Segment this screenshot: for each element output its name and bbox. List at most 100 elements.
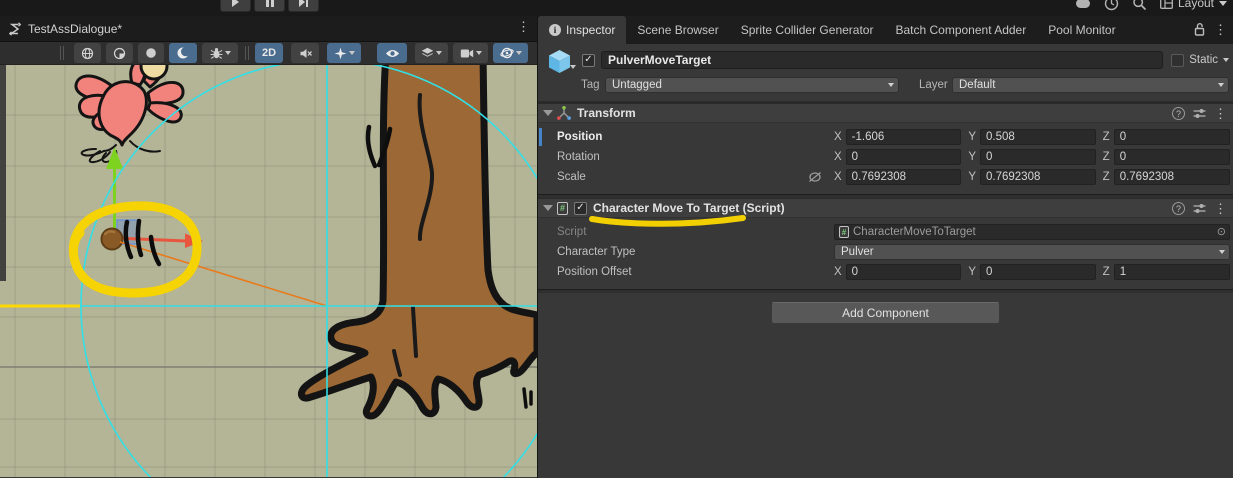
tab-sprite-collider-generator[interactable]: Sprite Collider Generator bbox=[730, 16, 885, 44]
cube-icon bbox=[546, 48, 573, 75]
pause-button[interactable] bbox=[254, 0, 285, 12]
layout-label: Layout bbox=[1178, 0, 1214, 10]
shading-wireframe-button[interactable] bbox=[74, 43, 101, 63]
offset-z-field[interactable]: 1 bbox=[1114, 264, 1230, 280]
offset-x-field[interactable]: 0 bbox=[846, 264, 962, 280]
scale-y-field[interactable]: 0.7692308 bbox=[980, 169, 1096, 185]
object-picker-icon[interactable]: ⊙ bbox=[1217, 225, 1226, 238]
shading-solid-button[interactable] bbox=[138, 43, 164, 63]
tag-value: Untagged bbox=[612, 79, 662, 91]
scale-z-field[interactable]: 0.7692308 bbox=[1114, 169, 1230, 185]
shading-crescent-button[interactable] bbox=[169, 43, 197, 63]
wireframe-sphere-icon bbox=[81, 47, 94, 60]
character-type-row: Character Type Pulver bbox=[538, 242, 1233, 262]
scale-x-field[interactable]: 0.7692308 bbox=[846, 169, 962, 185]
tab-scene-browser[interactable]: Scene Browser bbox=[626, 16, 729, 44]
rotation-z-field[interactable]: 0 bbox=[1114, 149, 1230, 165]
layout-dropdown[interactable]: Layout bbox=[1160, 0, 1227, 10]
gameobject-name-field[interactable]: PulverMoveTarget bbox=[601, 51, 1163, 69]
component-menu-icon[interactable]: ⋮ bbox=[1214, 202, 1227, 215]
effects-star-icon bbox=[334, 47, 347, 60]
rotation-label[interactable]: Rotation bbox=[557, 151, 834, 163]
static-group: Static bbox=[1171, 54, 1229, 67]
script-label: Script bbox=[557, 226, 834, 238]
foldout-icon[interactable] bbox=[543, 110, 553, 116]
scale-row: Scale X0.7692308 Y0.7692308 Z0.7692308 bbox=[538, 167, 1233, 187]
camera-button[interactable] bbox=[453, 43, 488, 63]
tag-dropdown[interactable]: Untagged bbox=[605, 77, 899, 93]
script-object-field[interactable]: # CharacterMoveToTarget ⊙ bbox=[834, 224, 1230, 240]
axis-x-label: X bbox=[834, 151, 842, 163]
script-row: Script # CharacterMoveToTarget ⊙ bbox=[538, 222, 1233, 242]
debug-bug-button[interactable] bbox=[202, 43, 238, 63]
scene-tab-title[interactable]: TestAssDialogue* bbox=[28, 22, 122, 36]
rotation-x-field[interactable]: 0 bbox=[846, 149, 962, 165]
scale-label[interactable]: Scale bbox=[557, 171, 834, 183]
script-object-name: CharacterMoveToTarget bbox=[853, 226, 976, 238]
gameobject-icon-group[interactable] bbox=[546, 48, 582, 78]
clock-icon[interactable] bbox=[1104, 0, 1119, 11]
axis-z-label: Z bbox=[1103, 151, 1110, 163]
transform-icon bbox=[557, 106, 571, 120]
inspector-menu-icon[interactable]: ⋮ bbox=[1214, 23, 1227, 36]
chevron-down-icon bbox=[476, 51, 482, 55]
tab-batch-component-adder[interactable]: Batch Component Adder bbox=[884, 16, 1037, 44]
layer-dropdown[interactable]: Default bbox=[952, 77, 1229, 93]
position-z-field[interactable]: 0 bbox=[1114, 129, 1230, 145]
search-icon[interactable] bbox=[1132, 0, 1147, 11]
position-offset-label[interactable]: Position Offset bbox=[557, 266, 834, 278]
static-checkbox[interactable] bbox=[1171, 54, 1184, 67]
effects-button[interactable] bbox=[327, 43, 361, 63]
csharp-script-icon: # bbox=[557, 202, 568, 215]
script-component-header[interactable]: # ✓ Character Move To Target (Script) ? … bbox=[538, 198, 1233, 218]
tab-inspector[interactable]: i Inspector bbox=[538, 16, 626, 44]
eye-icon bbox=[385, 48, 400, 59]
help-icon[interactable]: ? bbox=[1172, 202, 1185, 215]
component-enabled-checkbox[interactable]: ✓ bbox=[574, 202, 587, 215]
solid-sphere-icon bbox=[145, 47, 157, 59]
tab-label: Batch Component Adder bbox=[895, 23, 1026, 37]
play-button[interactable] bbox=[220, 0, 251, 12]
lock-icon[interactable] bbox=[1194, 22, 1205, 36]
pane-edge-shadow bbox=[0, 65, 6, 281]
2d-mode-button[interactable]: 2D bbox=[255, 43, 283, 63]
step-button[interactable] bbox=[288, 0, 319, 12]
axis-y-label: Y bbox=[968, 171, 976, 183]
constrain-proportions-icon[interactable] bbox=[808, 171, 822, 183]
character-type-dropdown[interactable]: Pulver bbox=[834, 244, 1230, 260]
axis-z-label: Z bbox=[1103, 266, 1110, 278]
scene-canvas[interactable] bbox=[0, 65, 537, 477]
position-x-field[interactable]: -1.606 bbox=[846, 129, 962, 145]
presets-icon[interactable] bbox=[1193, 108, 1206, 119]
bird-sprite[interactable] bbox=[76, 65, 183, 162]
scene-visibility-button[interactable] bbox=[377, 43, 407, 63]
layers-button[interactable] bbox=[415, 43, 448, 63]
gameobject-active-checkbox[interactable]: ✓ bbox=[582, 54, 595, 67]
shading-shaded-wire-button[interactable] bbox=[106, 43, 133, 63]
prefab-override-bar bbox=[539, 128, 542, 146]
tab-label: Scene Browser bbox=[637, 23, 718, 37]
foldout-icon[interactable] bbox=[543, 205, 553, 211]
scene-tab-menu-icon[interactable]: ⋮ bbox=[517, 20, 530, 33]
transform-header[interactable]: Transform ? ⋮ bbox=[538, 103, 1233, 123]
cloud-icon[interactable] bbox=[1075, 0, 1091, 10]
scene-view-pane: TestAssDialogue* ⋮ 2D bbox=[0, 16, 537, 478]
gizmos-button[interactable] bbox=[493, 43, 528, 63]
tree-sprite[interactable] bbox=[301, 65, 537, 416]
offset-y-field[interactable]: 0 bbox=[980, 264, 1096, 280]
audio-muted-button[interactable] bbox=[291, 43, 319, 63]
inspector-tab-bar: i Inspector Scene Browser Sprite Collide… bbox=[538, 16, 1233, 44]
position-y-field[interactable]: 0.508 bbox=[980, 129, 1096, 145]
character-type-label[interactable]: Character Type bbox=[557, 246, 834, 258]
2d-label: 2D bbox=[262, 47, 276, 59]
component-menu-icon[interactable]: ⋮ bbox=[1214, 107, 1227, 120]
static-dropdown-icon[interactable] bbox=[1223, 58, 1229, 62]
tab-pool-monitor[interactable]: Pool Monitor bbox=[1037, 16, 1126, 44]
help-icon[interactable]: ? bbox=[1172, 107, 1185, 120]
rotation-y-field[interactable]: 0 bbox=[980, 149, 1096, 165]
presets-icon[interactable] bbox=[1193, 203, 1206, 214]
transform-gizmo[interactable] bbox=[102, 147, 204, 250]
axis-y-label: Y bbox=[968, 131, 976, 143]
add-component-button[interactable]: Add Component bbox=[771, 302, 1000, 324]
position-label[interactable]: Position bbox=[557, 131, 834, 143]
